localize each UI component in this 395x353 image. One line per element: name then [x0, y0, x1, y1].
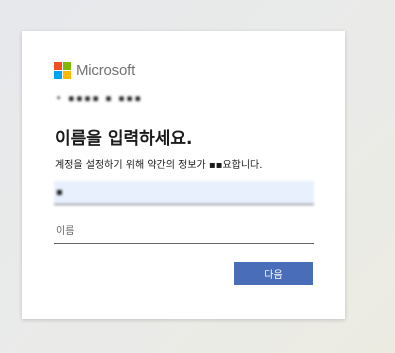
next-button[interactable]: 다음 — [234, 262, 313, 285]
last-name-input[interactable] — [54, 181, 314, 205]
microsoft-brand: Microsoft — [54, 62, 135, 79]
brand-name: Microsoft — [76, 62, 136, 79]
page-title: 이름을 입력하세요. — [55, 129, 193, 149]
signin-card: Microsoft • ▪▪▪▪ ▪ ▪▪▪ 이름을 입력하세요. 계정을 설정… — [22, 31, 345, 319]
first-name-input[interactable] — [54, 220, 314, 244]
account-identity: • ▪▪▪▪ ▪ ▪▪▪ — [56, 94, 186, 104]
account-identity-text: • ▪▪▪▪ ▪ ▪▪▪ — [56, 94, 143, 104]
page-description: 계정을 설정하기 위해 약간의 정보가 ▪▪요합니다. — [55, 160, 263, 171]
microsoft-logo-icon — [54, 62, 71, 79]
